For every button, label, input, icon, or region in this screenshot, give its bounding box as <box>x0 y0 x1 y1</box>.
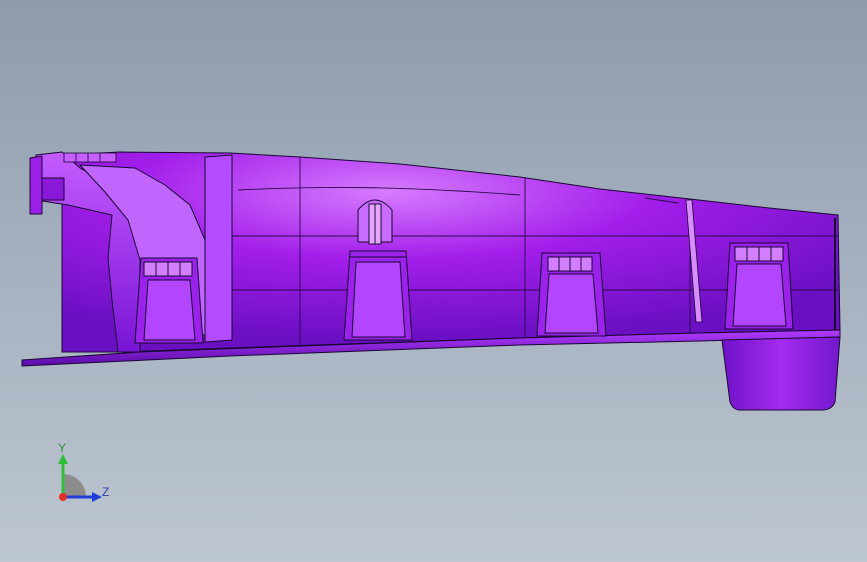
model-support-rib-4[interactable] <box>724 242 794 330</box>
coordinate-triad: Y Z <box>48 440 118 510</box>
model-top-lip <box>63 152 117 163</box>
model-support-rib-2[interactable] <box>343 250 413 341</box>
model-support-rib-1[interactable] <box>134 257 204 344</box>
3d-model[interactable] <box>0 0 867 562</box>
triad-y-arrow <box>58 454 68 464</box>
model-right-foot[interactable] <box>721 336 841 411</box>
model-boss-upper[interactable] <box>357 199 393 245</box>
model-left-lip-inner[interactable] <box>41 177 65 201</box>
model-left-lip[interactable] <box>29 155 43 215</box>
triad-quadrant <box>63 474 86 497</box>
model-support-rib-3[interactable] <box>536 252 607 337</box>
model-divider-panel[interactable] <box>204 154 233 343</box>
3d-viewport[interactable]: Y Z <box>0 0 867 562</box>
z-axis-label: Z <box>102 485 110 499</box>
triad-z-arrow <box>92 492 102 502</box>
y-axis-label: Y <box>58 441 67 455</box>
triad-x-axis-origin <box>59 493 67 501</box>
